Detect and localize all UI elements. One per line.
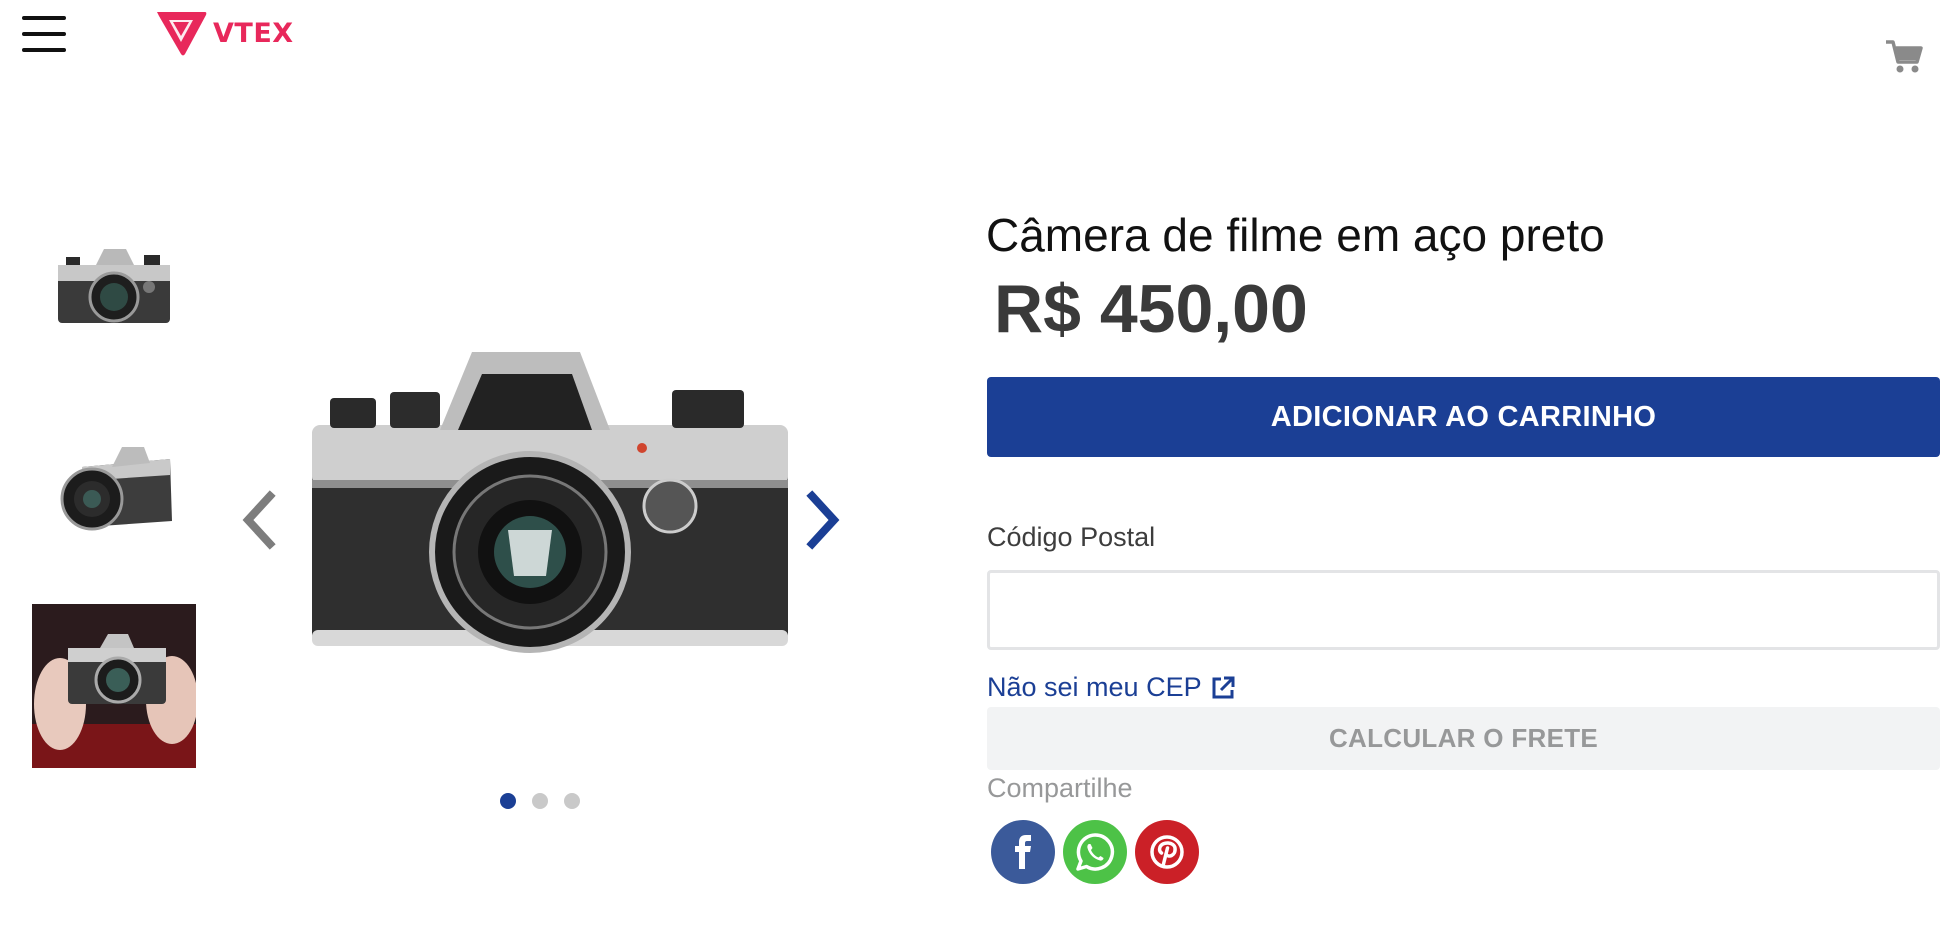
unknown-cep-link[interactable]: Não sei meu CEP bbox=[987, 672, 1236, 703]
product-main-image bbox=[312, 352, 788, 653]
share-label: Compartilhe bbox=[987, 773, 1133, 803]
facebook-icon bbox=[1015, 835, 1031, 869]
logo-text: VTEX bbox=[213, 17, 294, 49]
postal-code-label: Código Postal bbox=[987, 522, 1156, 552]
chevron-right-icon[interactable] bbox=[800, 490, 844, 550]
menu-bar bbox=[22, 16, 66, 20]
cep-link-text: Não sei meu CEP bbox=[987, 672, 1202, 702]
carousel-dot-3[interactable] bbox=[564, 793, 580, 809]
gallery-thumbnail-3[interactable] bbox=[32, 604, 196, 768]
hamburger-menu-button[interactable] bbox=[22, 14, 66, 54]
postal-code-input[interactable] bbox=[987, 570, 1940, 650]
menu-bar bbox=[22, 48, 66, 52]
gallery-thumbnail-2[interactable] bbox=[32, 405, 196, 569]
cart-icon[interactable] bbox=[1884, 36, 1924, 76]
carousel-dots bbox=[500, 793, 580, 809]
calculate-shipping-button[interactable]: CALCULAR O FRETE bbox=[987, 707, 1940, 770]
vtex-logo-icon bbox=[157, 12, 207, 56]
camera-in-hands-thumbnail bbox=[32, 604, 196, 768]
carousel-dot-2[interactable] bbox=[532, 793, 548, 809]
menu-bar bbox=[22, 32, 66, 36]
gallery-thumbnail-1[interactable] bbox=[32, 206, 196, 370]
store-logo[interactable]: VTEX bbox=[155, 10, 294, 56]
share-pinterest-button[interactable] bbox=[1135, 820, 1199, 884]
pinterest-icon bbox=[1150, 835, 1184, 869]
product-price: R$ 450,00 bbox=[994, 271, 1308, 347]
add-to-cart-button[interactable]: ADICIONAR AO CARRINHO bbox=[987, 377, 1940, 457]
chevron-left-icon[interactable] bbox=[238, 490, 282, 550]
carousel-dot-1[interactable] bbox=[500, 793, 516, 809]
product-name: Câmera de filme em aço preto bbox=[986, 209, 1605, 261]
camera-front-thumbnail bbox=[58, 249, 170, 323]
external-link-icon bbox=[1212, 676, 1235, 698]
camera-angle-thumbnail bbox=[60, 447, 172, 531]
share-whatsapp-button[interactable] bbox=[1063, 820, 1127, 884]
whatsapp-icon bbox=[1076, 833, 1115, 871]
share-facebook-button[interactable] bbox=[991, 820, 1055, 884]
